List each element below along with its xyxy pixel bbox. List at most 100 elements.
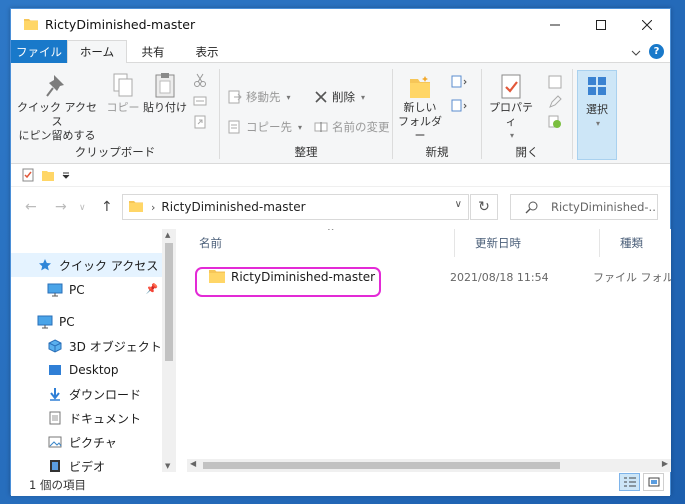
- rename-button[interactable]: 名前の変更: [314, 119, 390, 135]
- desktop-icon: [47, 362, 63, 378]
- edit-icon[interactable]: [548, 95, 562, 109]
- select-button[interactable]: 選択 ▾: [577, 70, 617, 160]
- tab-home[interactable]: ホーム: [67, 40, 127, 64]
- move-to-label: 移動先: [246, 90, 281, 104]
- title-bar: RictyDiminished-master: [11, 9, 670, 40]
- tab-file[interactable]: ファイル: [11, 40, 67, 63]
- open-icon[interactable]: [548, 75, 562, 89]
- search-box[interactable]: RictyDiminished-...: [510, 194, 658, 220]
- scrollbar-thumb[interactable]: [165, 243, 173, 361]
- scrollbar-thumb[interactable]: [203, 462, 560, 469]
- nav-item-pc-pinned[interactable]: PC 📌: [11, 278, 162, 302]
- nav-item-documents[interactable]: ドキュメント: [11, 406, 162, 430]
- new-folder-label-line1: 新しい: [403, 101, 437, 114]
- open-small-buttons: [548, 75, 562, 129]
- nav-item-label: ピクチャ: [69, 435, 117, 450]
- nav-item-quick-access[interactable]: クイック アクセス: [11, 253, 162, 277]
- customize-qat-icon[interactable]: [61, 170, 71, 180]
- select-all-icon: [588, 77, 606, 95]
- nav-item-pc[interactable]: PC: [11, 310, 162, 334]
- nav-item-3d-objects[interactable]: 3D オブジェクト: [11, 334, 162, 358]
- move-to-button[interactable]: 移動先 ▾: [228, 89, 291, 105]
- sort-ascending-icon: ^: [327, 229, 335, 237]
- column-header-name[interactable]: 名前 ^: [179, 229, 455, 257]
- new-folder-icon: [410, 76, 430, 98]
- move-to-icon: [228, 90, 242, 104]
- close-button[interactable]: [624, 9, 670, 40]
- large-icons-view-button[interactable]: [643, 473, 664, 491]
- nav-item-downloads[interactable]: ダウンロード: [11, 382, 162, 406]
- properties-dropdown-icon: ▾: [509, 131, 514, 140]
- pin-label-line1: クイック アクセス: [17, 101, 97, 128]
- maximize-icon: [596, 19, 606, 30]
- navigation-pane: クイック アクセス PC 📌 PC 3D オブジェクト Desktop ダウンロ…: [11, 229, 175, 472]
- pin-to-quick-access-button[interactable]: クイック アクセス にピン留めする: [17, 71, 97, 143]
- recent-locations-icon[interactable]: ∨: [79, 203, 86, 213]
- select-content: 選択 ▾: [578, 75, 616, 131]
- easy-access-icon[interactable]: [451, 99, 469, 113]
- delete-button[interactable]: 削除 ▾: [314, 89, 365, 105]
- new-small-buttons: [451, 75, 469, 113]
- nav-item-videos[interactable]: ビデオ: [11, 454, 162, 472]
- properties-button[interactable]: プロパティ ▾: [484, 73, 538, 143]
- nav-item-desktop[interactable]: Desktop: [11, 358, 162, 382]
- chevron-down-icon[interactable]: [631, 45, 641, 59]
- properties-label: プロパティ: [489, 101, 533, 128]
- tab-view[interactable]: 表示: [187, 40, 227, 63]
- minimize-button[interactable]: [532, 9, 578, 40]
- maximize-button[interactable]: [578, 9, 624, 40]
- up-arrow-icon[interactable]: ↑: [101, 199, 113, 215]
- properties-check-icon[interactable]: [21, 168, 35, 182]
- minimize-icon: [550, 24, 560, 25]
- refresh-button[interactable]: ↻: [470, 194, 498, 220]
- new-folder-label-line2: フォルダー: [398, 115, 442, 142]
- nav-item-pictures[interactable]: ピクチャ: [11, 430, 162, 454]
- scroll-left-icon[interactable]: ◀: [190, 459, 196, 468]
- scroll-right-icon[interactable]: ▶: [662, 459, 668, 468]
- copy-button[interactable]: コピー: [105, 71, 141, 115]
- forward-arrow-icon[interactable]: →: [55, 199, 67, 215]
- quick-access-toolbar: [11, 164, 670, 187]
- horizontal-scrollbar[interactable]: ◀ ▶: [187, 459, 671, 472]
- new-folder-button[interactable]: 新しい フォルダー: [397, 73, 443, 143]
- help-icon[interactable]: ?: [649, 44, 664, 59]
- nav-item-label: 3D オブジェクト: [69, 339, 162, 354]
- search-placeholder: RictyDiminished-...: [551, 200, 657, 214]
- copy-to-button[interactable]: コピー先 ▾: [228, 119, 302, 135]
- scroll-down-icon[interactable]: ▼: [165, 462, 170, 470]
- paste-button[interactable]: 貼り付け: [143, 71, 187, 115]
- star-icon: [37, 257, 53, 273]
- copy-path-icon[interactable]: [193, 94, 207, 108]
- item-count: 1 個の項目: [29, 477, 86, 492]
- open-group: プロパティ ▾ 開く: [482, 63, 572, 164]
- copy-label: コピー: [106, 101, 140, 114]
- scroll-up-icon[interactable]: ▲: [165, 231, 170, 239]
- navigation-bar: ← → ∨ ↑ › RictyDiminished-master ∨ ↻ Ric…: [11, 189, 670, 225]
- address-dropdown-icon[interactable]: ∨: [455, 199, 462, 210]
- new-folder-qat-icon[interactable]: [41, 168, 55, 182]
- address-bar[interactable]: › RictyDiminished-master ∨: [122, 194, 469, 220]
- cut-icon[interactable]: [193, 73, 207, 87]
- ribbon-controls: ?: [631, 44, 664, 59]
- paste-icon: [155, 73, 175, 98]
- computer-icon: [47, 282, 63, 298]
- open-group-label: 開く: [515, 145, 539, 159]
- new-item-icon[interactable]: [451, 75, 469, 89]
- organize-group: 移動先 ▾ コピー先 ▾ 削除 ▾ 名前の変更 整理: [220, 63, 392, 164]
- back-arrow-icon[interactable]: ←: [25, 199, 37, 215]
- nav-item-label: ビデオ: [69, 459, 106, 473]
- details-view-button[interactable]: [619, 473, 640, 491]
- view-switcher: [619, 473, 664, 491]
- column-header-modified[interactable]: 更新日時: [455, 229, 600, 257]
- window-title: RictyDiminished-master: [45, 17, 196, 32]
- folder-icon: [24, 17, 38, 34]
- tab-share[interactable]: 共有: [133, 40, 173, 63]
- details-view-icon: [623, 477, 636, 487]
- history-icon[interactable]: [548, 115, 562, 129]
- breadcrumb-chevron-icon[interactable]: ›: [151, 201, 155, 214]
- properties-icon: [501, 74, 521, 99]
- picture-icon: [47, 434, 63, 450]
- column-header-type[interactable]: 種類: [600, 229, 671, 257]
- paste-shortcut-icon[interactable]: [193, 115, 207, 129]
- navigation-scrollbar[interactable]: ▲ ▼: [162, 229, 176, 472]
